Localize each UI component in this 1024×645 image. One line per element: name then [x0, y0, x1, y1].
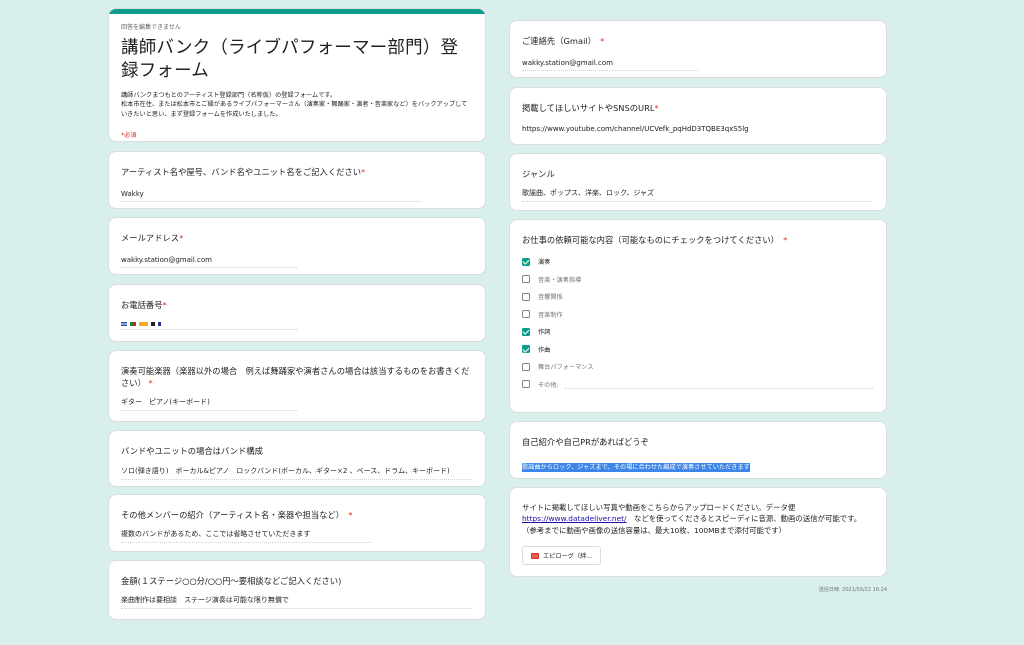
checkbox-icon[interactable] [522, 345, 530, 354]
members-answer: 複数のバンドがあるため、ここでは省略させていただきます [121, 529, 371, 544]
question-label: メールアドレス* [121, 233, 184, 243]
phone-answer [121, 322, 473, 331]
description-line-1: 講師バンクまつもとのアーティスト登録部門（名称仮）の登録フォームです。 [121, 91, 337, 99]
band-card: バンドやユニットの場合はバンド構成 ソロ(弾き語り) ボーカル&ピアノ ロックバ… [108, 430, 486, 487]
uploaded-file-chip[interactable]: エピローグ（絆... [522, 546, 602, 566]
other-text-field[interactable] [564, 380, 873, 389]
work-options: 演奏 音楽・演奏指導 音響関係 音楽制作 作詞 作曲 舞台パフォーマンス その他… [522, 253, 874, 393]
form-header-card: 回答を編集できません 講師バンク（ライブパフォーマー部門）登録フォーム 講師バン… [108, 8, 486, 142]
pr-answer: 歌謡曲からロック、ジャズまで、その場に合わせた編成で演奏させていただきます [522, 454, 874, 473]
question-label: 掲載してほしいサイトやSNSのURL* [522, 103, 659, 113]
flag-icon [121, 322, 127, 327]
flag-icon [130, 322, 136, 327]
checkbox-icon[interactable] [522, 257, 530, 266]
band-answer: ソロ(弾き語り) ボーカル&ピアノ ロックバンド(ボーカル、ギター×2 、ベース… [121, 466, 471, 481]
submission-timestamp: 送信日時: 2021/03/22 16:24 [818, 587, 887, 593]
artist-name-card: アーティスト名や屋号、バンド名やユニット名をご記入ください* Wakky [108, 151, 486, 209]
pr-card: 自己紹介や自己PRがあればどうぞ 歌謡曲からロック、ジャズまで、その場に合わせた… [509, 421, 887, 479]
question-label: アーティスト名や屋号、バンド名やユニット名をご記入ください* [121, 167, 366, 177]
question-label: ご連絡先（Gmail） * [522, 36, 605, 46]
contact-answer: wakky.station@gmail.com [522, 59, 698, 72]
question-label: お仕事の依頼可能な内容（可能なものにチェックをつけてください） * [522, 235, 788, 245]
fee-card: 金額(１ステージ○○分/○○円〜要相談などご記入ください) 楽曲制作は要相談 ス… [108, 560, 486, 620]
option-production[interactable]: 音楽制作 [522, 306, 874, 324]
option-stage[interactable]: 舞台パフォーマンス [522, 358, 874, 376]
email-card: メールアドレス* wakky.station@gmail.com [108, 217, 486, 275]
url-answer: https://www.youtube.com/channel/UCVefk_p… [522, 125, 749, 134]
pr-answer-text: 歌謡曲からロック、ジャズまで、その場に合わせた編成で演奏させていただきます [522, 463, 750, 473]
fee-answer: 楽曲制作は要相談 ステージ演奏は可能な限り無償で [121, 595, 471, 610]
flag-icon [151, 322, 155, 327]
header-accent-bar [109, 9, 485, 14]
question-label: その他メンバーの紹介（アーティスト名・楽器や担当など） * [121, 510, 353, 520]
genre-card: ジャンル 歌謡曲、ポップス、洋楽、ロック、ジャズ [509, 153, 887, 211]
instrument-answer: ギター ピアノ(キーボード) [121, 397, 297, 412]
datadeliver-link[interactable]: https://www.datadeliver.net/ [522, 514, 627, 523]
required-note: *必須 [121, 132, 137, 140]
option-perform[interactable]: 演奏 [522, 253, 874, 271]
flag-icon [139, 322, 148, 327]
form-title: 講師バンク（ライブパフォーマー部門）登録フォーム [121, 38, 459, 81]
question-label: バンドやユニットの場合はバンド構成 [121, 446, 263, 456]
checkbox-icon[interactable] [522, 362, 530, 371]
question-label: サイトに掲載してほしい写真や動画をこちらからアップロードください。データ便 ht… [522, 503, 862, 535]
question-label: 演奏可能楽器（楽器以外の場合 例えば舞踊家や演者さんの場合は該当するものをお書き… [121, 366, 470, 389]
upload-card: サイトに掲載してほしい写真や動画をこちらからアップロードください。データ便 ht… [509, 487, 887, 577]
cannot-edit-note: 回答を編集できません [121, 24, 181, 31]
flag-icon [158, 322, 161, 327]
url-card: 掲載してほしいサイトやSNSのURL* https://www.youtube.… [509, 87, 887, 145]
file-icon [531, 552, 539, 559]
option-other[interactable]: その他: [522, 376, 874, 394]
email-answer: wakky.station@gmail.com [121, 256, 297, 269]
checkbox-icon[interactable] [522, 327, 530, 336]
form-description: 講師バンクまつもとのアーティスト登録部門（名称仮）の登録フォームです。 松本市在… [121, 91, 473, 120]
question-label: 金額(１ステージ○○分/○○円〜要相談などご記入ください) [121, 576, 342, 586]
checkbox-icon[interactable] [522, 292, 530, 301]
phone-card: お電話番号* [108, 284, 486, 342]
option-teaching[interactable]: 音楽・演奏指導 [522, 271, 874, 289]
description-line-2: 松本市在住、または松本市とご縁があるライブパフォーマーさん（演奏家・舞踊家・演者… [121, 101, 468, 118]
instrument-card: 演奏可能楽器（楽器以外の場合 例えば舞踊家や演者さんの場合は該当するものをお書き… [108, 350, 486, 422]
file-name: エピローグ（絆... [543, 553, 593, 561]
checkbox-icon[interactable] [522, 275, 530, 284]
work-card: お仕事の依頼可能な内容（可能なものにチェックをつけてください） * 演奏 音楽・… [509, 219, 887, 413]
option-compose[interactable]: 作曲 [522, 341, 874, 359]
question-label: お電話番号* [121, 300, 167, 310]
members-card: その他メンバーの紹介（アーティスト名・楽器や担当など） * 複数のバンドがあるた… [108, 494, 486, 552]
contact-card: ご連絡先（Gmail） * wakky.station@gmail.com [509, 20, 887, 78]
checkbox-icon[interactable] [522, 310, 530, 319]
option-lyrics[interactable]: 作詞 [522, 323, 874, 341]
genre-answer: 歌謡曲、ポップス、洋楽、ロック、ジャズ [522, 188, 872, 203]
checkbox-icon[interactable] [522, 380, 530, 389]
question-label: ジャンル [522, 169, 555, 179]
artist-name-answer: Wakky [121, 190, 421, 203]
question-label: 自己紹介や自己PRがあればどうぞ [522, 437, 649, 447]
option-sound[interactable]: 音響関係 [522, 288, 874, 306]
